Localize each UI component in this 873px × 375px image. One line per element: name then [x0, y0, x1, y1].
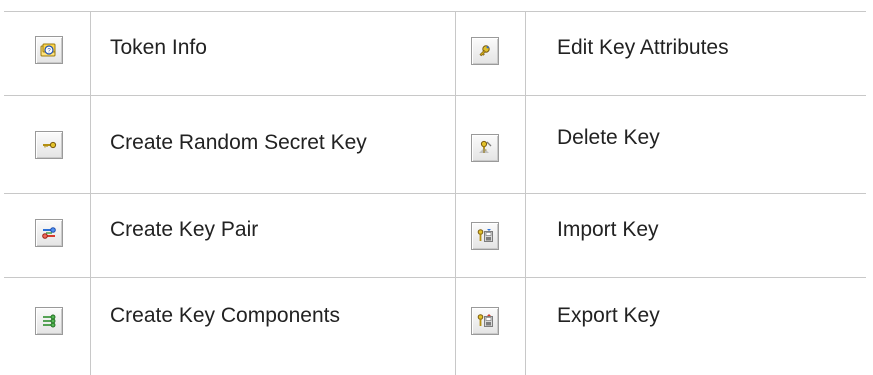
- token-info-label: Token Info: [110, 36, 207, 59]
- column-divider: [90, 11, 91, 375]
- edit-key-attributes-icon: [471, 37, 499, 65]
- column-divider: [455, 11, 456, 375]
- column-divider: [525, 11, 526, 375]
- delete-key-icon: [471, 134, 499, 162]
- row-divider: [4, 11, 866, 12]
- import-key-icon: [471, 222, 499, 250]
- row-divider: [4, 193, 866, 194]
- create-key-components-icon: [35, 307, 63, 335]
- export-key-label: Export Key: [557, 304, 660, 327]
- create-key-pair-icon: [35, 219, 63, 247]
- create-random-secret-key-label: Create Random Secret Key: [110, 131, 367, 154]
- create-key-components-label: Create Key Components: [110, 304, 340, 327]
- delete-key-label: Delete Key: [557, 126, 660, 149]
- row-divider: [4, 95, 866, 96]
- token-info-icon: ?: [35, 36, 63, 64]
- create-random-secret-key-icon: [35, 131, 63, 159]
- row-divider: [4, 277, 866, 278]
- import-key-label: Import Key: [557, 218, 659, 241]
- icon-reference-table: ? Token Info Edit Key Attributes Create …: [0, 0, 873, 375]
- export-key-icon: [471, 307, 499, 335]
- create-key-pair-label: Create Key Pair: [110, 218, 259, 241]
- edit-key-attributes-label: Edit Key Attributes: [557, 36, 729, 59]
